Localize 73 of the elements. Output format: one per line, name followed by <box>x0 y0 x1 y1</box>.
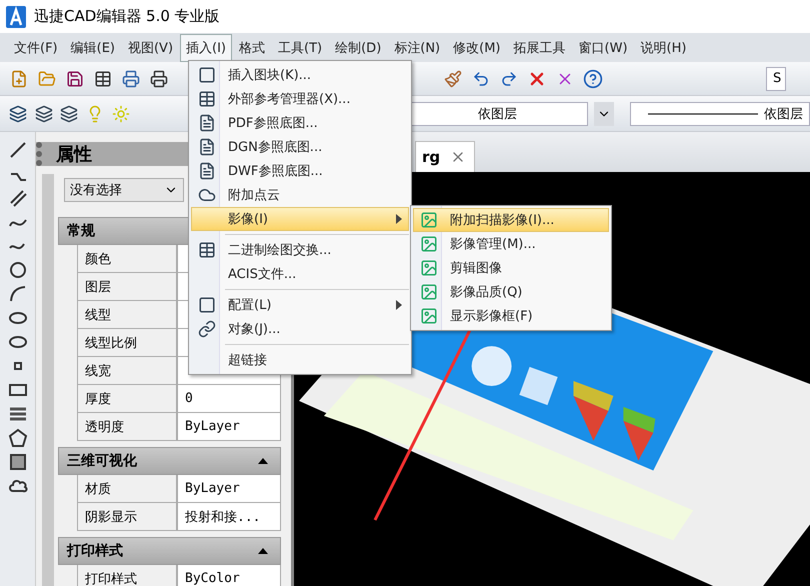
property-value[interactable]: 0 <box>177 385 281 413</box>
menu-item[interactable]: ACIS文件... <box>191 262 409 286</box>
image-icon <box>420 211 438 229</box>
window-title: 迅捷CAD编辑器 5.0 专业版 <box>34 7 220 26</box>
menu-item[interactable]: 影像管理(M)... <box>413 232 609 256</box>
app-logo-icon <box>6 6 26 28</box>
document-icon <box>198 114 216 132</box>
property-name: 打印样式 <box>77 565 177 586</box>
submenu-arrow-icon <box>396 214 402 224</box>
menu-item[interactable]: 附加扫描影像(I)... <box>413 208 609 232</box>
line-sample-icon <box>648 112 758 116</box>
collapse-icon[interactable] <box>258 458 268 464</box>
drawing-tool-icon[interactable] <box>8 140 28 160</box>
menu-item[interactable]: 超链接 <box>191 348 409 372</box>
text-style-field[interactable]: S <box>766 66 786 90</box>
table-icon <box>198 90 216 108</box>
menu-item[interactable]: 对象(J)... <box>191 317 409 341</box>
document-tab[interactable]: rg <box>415 141 476 172</box>
menu-item[interactable]: 修改(M) <box>447 34 507 62</box>
property-name: 透明度 <box>77 413 177 441</box>
section-header[interactable]: 打印样式 <box>58 537 281 565</box>
menu-item[interactable]: 插入(I) <box>180 34 232 62</box>
property-name: 线型比例 <box>77 329 177 357</box>
property-name: 图层 <box>77 273 177 301</box>
property-name: 颜色 <box>77 245 177 273</box>
document-icon <box>198 138 216 156</box>
image-icon <box>420 283 438 301</box>
menu-item[interactable]: 显示影像框(F) <box>413 304 609 328</box>
property-name: 线型 <box>77 301 177 329</box>
property-value[interactable]: ByColor <box>177 565 281 586</box>
drawing-tool-icon[interactable] <box>8 452 28 472</box>
menu-item[interactable]: 编辑(E) <box>64 34 121 62</box>
collapse-icon[interactable] <box>258 548 268 554</box>
menu-item[interactable]: 剪辑图像 <box>413 256 609 280</box>
drawing-tool-icon[interactable] <box>8 260 28 280</box>
image-icon <box>420 235 438 253</box>
image-icon <box>420 307 438 325</box>
property-value[interactable]: ByLayer <box>177 413 281 441</box>
menu-item[interactable]: 说明(H) <box>634 34 692 62</box>
link-icon <box>198 320 216 338</box>
menu-item[interactable]: 配置(L) <box>191 293 409 317</box>
property-name: 厚度 <box>77 385 177 413</box>
menu-item[interactable]: 拓展工具 <box>508 34 572 62</box>
menu-item[interactable]: 文件(F) <box>8 34 64 62</box>
menu-item[interactable]: 格式 <box>233 34 272 62</box>
property-value[interactable]: ByLayer <box>177 475 281 503</box>
property-name: 材质 <box>77 475 177 503</box>
scrollbar[interactable] <box>42 174 54 586</box>
linetype-field[interactable]: 依图层 <box>630 102 810 126</box>
drawing-tool-icon[interactable] <box>8 428 28 448</box>
menu-item[interactable]: 附加点云 <box>191 183 409 207</box>
section-header[interactable]: 三维可视化 <box>58 447 281 475</box>
property-name: 阴影显示 <box>77 503 177 531</box>
menu-item[interactable]: 影像品质(Q) <box>413 280 609 304</box>
drawing-tool-icon[interactable] <box>8 284 28 304</box>
menu-item[interactable]: 绘制(D) <box>329 34 388 62</box>
dropdown-button[interactable] <box>594 102 614 126</box>
property-name: 线宽 <box>77 357 177 385</box>
document-icon <box>198 162 216 180</box>
selection-dropdown[interactable]: 没有选择 <box>64 178 184 202</box>
image-icon <box>420 259 438 277</box>
menu-item[interactable]: 插入图块(K)... <box>191 63 409 87</box>
table-icon <box>198 241 216 259</box>
help-icon[interactable] <box>582 68 604 90</box>
submenu-arrow-icon <box>396 300 402 310</box>
drawing-tool-icon[interactable] <box>8 188 28 208</box>
menu-item[interactable]: 影像(I) <box>191 207 409 231</box>
menu-item[interactable]: 窗口(W) <box>572 34 634 62</box>
menu-item[interactable]: 工具(T) <box>272 34 328 62</box>
cloud-icon <box>198 186 216 204</box>
menu-item[interactable]: 标注(N) <box>388 34 446 62</box>
property-value[interactable]: 投射和接... <box>177 503 281 531</box>
menu-item[interactable]: 视图(V) <box>122 34 180 62</box>
